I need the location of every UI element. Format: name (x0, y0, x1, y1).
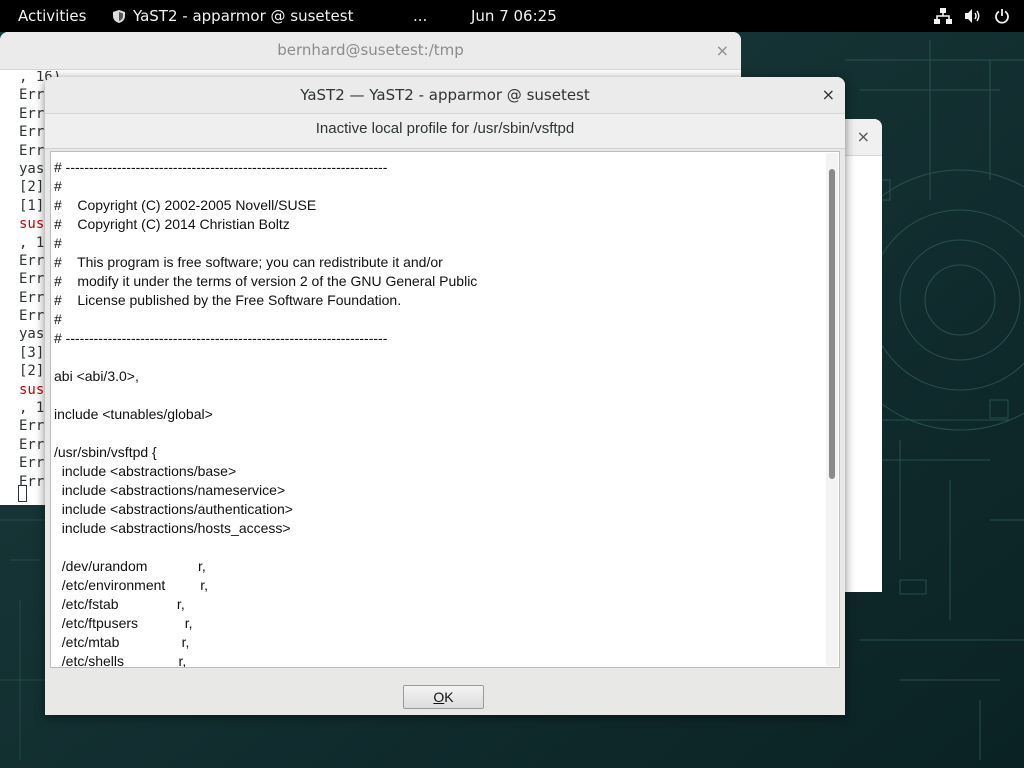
profile-line: # (54, 311, 62, 327)
profile-line: /dev/urandom r, (54, 558, 206, 574)
terminal-cursor (18, 485, 27, 502)
profile-line: # License published by the Free Software… (54, 292, 402, 308)
scrollbar-thumb[interactable] (829, 169, 835, 479)
profile-line: /etc/ftpusers r, (54, 615, 193, 631)
dialog-title: YaST2 — YaST2 - apparmor @ susetest (300, 86, 590, 104)
volume-icon (965, 9, 980, 23)
clock[interactable]: Jun 7 06:25 (471, 0, 557, 32)
terminal-close-icon[interactable]: × (716, 32, 729, 69)
background-dialog-close-icon[interactable]: × (857, 119, 870, 155)
profile-line: include <abstractions/authentication> (54, 501, 293, 517)
app-menu[interactable]: YaST2 - apparmor @ susetest (112, 0, 353, 32)
dialog-titlebar[interactable]: YaST2 — YaST2 - apparmor @ susetest × (45, 77, 845, 113)
profile-line: # This program is free software; you can… (54, 254, 443, 270)
profile-line: # modify it under the terms of version 2… (54, 273, 478, 289)
overflow-indicator[interactable]: ... (413, 0, 427, 32)
profile-line: # --------------------------------------… (54, 330, 388, 346)
profile-line: # (54, 178, 62, 194)
profile-line (54, 424, 824, 443)
profile-line: include <abstractions/nameservice> (54, 482, 286, 498)
profile-line (54, 538, 824, 557)
profile-line: include <tunables/global> (54, 406, 213, 422)
yast-shield-icon (113, 9, 125, 23)
profile-line: /usr/sbin/vsftpd { (54, 444, 157, 460)
ok-button[interactable]: OK (403, 685, 484, 709)
top-bar: Activities YaST2 - apparmor @ susetest .… (0, 0, 1024, 32)
profile-line: include <abstractions/base> (54, 463, 237, 479)
profile-line (54, 348, 824, 367)
profile-line (54, 386, 824, 405)
profile-line: include <abstractions/hosts_access> (54, 520, 291, 536)
profile-line: # --------------------------------------… (54, 159, 388, 175)
dialog-close-icon[interactable]: × (822, 77, 835, 113)
system-tray[interactable] (934, 0, 1010, 32)
profile-line: # Copyright (C) 2002-2005 Novell/SUSE (54, 197, 317, 213)
network-icon (934, 8, 952, 24)
profile-line: abi <abi/3.0>, (54, 368, 139, 384)
profile-line: # (54, 235, 62, 251)
profile-line: /etc/environment r, (54, 577, 209, 593)
yast-dialog[interactable]: YaST2 — YaST2 - apparmor @ susetest × In… (45, 77, 845, 715)
profile-text: # --------------------------------------… (54, 158, 824, 668)
profile-line: /etc/fstab r, (54, 596, 185, 612)
vertical-scrollbar[interactable] (826, 153, 838, 666)
profile-line: /etc/mtab r, (54, 634, 190, 650)
profile-line: # Copyright (C) 2014 Christian Boltz (54, 216, 290, 232)
power-icon (995, 9, 1009, 24)
activities-button[interactable]: Activities (18, 0, 86, 32)
dialog-heading: Inactive local profile for /usr/sbin/vsf… (45, 113, 845, 149)
ok-mnemonic: O (433, 689, 445, 705)
terminal-title: bernhard@susetest:/tmp (277, 41, 464, 59)
profile-text-area[interactable]: # --------------------------------------… (50, 151, 840, 668)
ok-label-rest: K (444, 689, 454, 705)
terminal-titlebar[interactable]: bernhard@susetest:/tmp × (0, 32, 741, 70)
app-menu-label: YaST2 - apparmor @ susetest (133, 7, 354, 25)
profile-line: /etc/shells r, (54, 653, 187, 668)
